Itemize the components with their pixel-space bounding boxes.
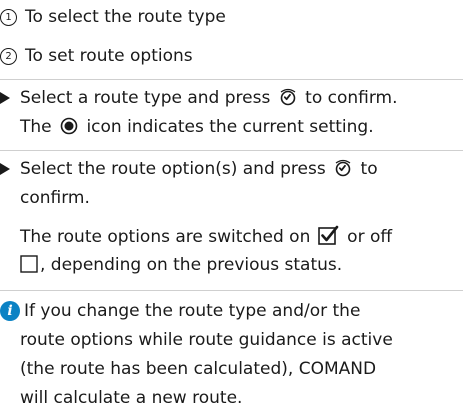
step-text: The [20, 117, 52, 137]
step-2-line-4: , depending on the previous status. [20, 254, 342, 276]
note-line: will calculate a new route. [20, 388, 243, 408]
info-icon: i [0, 301, 20, 321]
list-item-route-options: 2 To set route options [0, 45, 193, 67]
step-1-line-2: The icon indicates the current setting. [20, 116, 374, 138]
checkbox-checked-icon [317, 225, 339, 245]
step-2-line-3: The route options are switched on or off [20, 225, 392, 247]
note-line: (the route has been calculated), COMAND [20, 359, 377, 379]
step-text: , depending on the previous status. [40, 255, 343, 275]
step-text: Select the route option(s) and press [20, 159, 326, 179]
manual-page: 1 To select the route type 2 To set route … [0, 0, 463, 415]
step-text: Select a route type and press [20, 88, 271, 108]
step-text: or off [347, 227, 393, 247]
play-arrow-icon [0, 163, 10, 175]
list-item-label: To select the route type [25, 7, 226, 27]
controller-press-icon [335, 159, 351, 177]
controller-press-icon [280, 88, 296, 106]
step-text: icon indicates the current setting. [86, 117, 374, 137]
step-2-line-2: confirm. [20, 187, 90, 209]
numbered-circle-icon: 1 [0, 9, 17, 26]
divider [0, 79, 463, 80]
list-item-label: To set route options [25, 46, 193, 66]
divider [0, 290, 463, 291]
list-item-route-type: 1 To select the route type [0, 6, 226, 28]
step-text: to confirm. [305, 88, 398, 108]
step-2-line-1: Select the route option(s) and press to [20, 158, 378, 180]
numbered-circle-icon: 2 [0, 48, 17, 65]
step-text: confirm. [20, 188, 90, 208]
note-line: If you change the route type and/or the [24, 301, 361, 321]
play-arrow-icon [0, 92, 10, 104]
radio-selected-icon [60, 117, 78, 135]
divider [0, 150, 463, 151]
step-text: to [360, 159, 378, 179]
checkbox-empty-icon [20, 255, 38, 273]
note-line: route options while route guidance is ac… [20, 330, 393, 350]
step-text: The route options are switched on [20, 227, 311, 247]
step-1-line-1: Select a route type and press to confirm… [20, 87, 398, 109]
